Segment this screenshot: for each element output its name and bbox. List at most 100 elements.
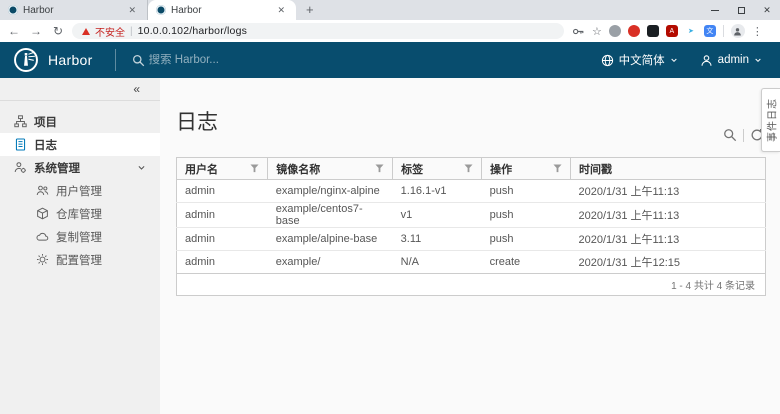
actions-divider xyxy=(743,129,744,142)
filter-funnel-icon[interactable] xyxy=(464,164,473,173)
sidebar-collapse-button[interactable]: « xyxy=(133,82,140,96)
window-controls: ✕ xyxy=(702,0,780,20)
cell-tag: v1 xyxy=(393,203,482,228)
cell-operation: create xyxy=(482,251,571,274)
chevron-down-icon xyxy=(670,56,678,64)
record-count-label: 1 - 4 共计 4 条记录 xyxy=(671,277,755,292)
filter-search-icon[interactable] xyxy=(723,128,737,142)
security-warning-label[interactable]: 不安全 xyxy=(95,24,125,39)
projects-icon xyxy=(14,115,27,128)
cell-image-name: example/alpine-base xyxy=(268,228,393,251)
logs-table: 用户名 镜像名称 标签 操作 时间戳 admin example/nginx-a… xyxy=(176,157,766,274)
search-icon xyxy=(132,54,145,67)
table-row[interactable]: admin example/centos7-base v1 push 2020/… xyxy=(177,203,766,228)
table-header-row: 用户名 镜像名称 标签 操作 时间戳 xyxy=(177,158,766,180)
event-log-side-tab-label: 事件日志 xyxy=(764,98,779,142)
sidebar-item-registry-management[interactable]: 仓库管理 xyxy=(0,202,160,225)
harbor-favicon xyxy=(156,5,166,15)
new-tab-button[interactable]: + xyxy=(296,0,324,20)
extension-icon-paper-plane[interactable]: ➤ xyxy=(685,25,697,37)
column-header-operation[interactable]: 操作 xyxy=(482,158,571,180)
cell-username: admin xyxy=(177,203,268,228)
username-label: admin xyxy=(718,54,749,66)
sidebar-item-label: 日志 xyxy=(34,137,57,153)
sidebar-item-configuration-management[interactable]: 配置管理 xyxy=(0,248,160,271)
window-minimize-button[interactable] xyxy=(702,0,728,20)
browser-tab-strip: Harbor ✕ Harbor ✕ + ✕ xyxy=(0,0,780,20)
extension-icon-gray[interactable] xyxy=(609,25,621,37)
filter-funnel-icon[interactable] xyxy=(553,164,562,173)
extension-icon-black-square[interactable] xyxy=(647,25,659,37)
language-menu[interactable]: 中文简体 xyxy=(601,52,678,68)
column-header-timestamp[interactable]: 时间戳 xyxy=(571,158,766,180)
column-header-tag[interactable]: 标签 xyxy=(393,158,482,180)
cell-timestamp: 2020/1/31 上午11:13 xyxy=(571,180,766,203)
sidebar-item-label: 仓库管理 xyxy=(56,206,102,222)
tab-title: Harbor xyxy=(23,5,120,16)
filter-funnel-icon[interactable] xyxy=(250,164,259,173)
tab-close-icon[interactable]: ✕ xyxy=(274,4,288,17)
sidebar: « 项目 日志 系统管理 用户管理 仓库管理 xyxy=(0,78,160,414)
header-right-menus: 中文简体 admin xyxy=(601,52,762,68)
chevron-down-icon xyxy=(754,56,762,64)
bookmark-star-icon[interactable]: ☆ xyxy=(592,25,602,38)
table-row[interactable]: admin example/nginx-alpine 1.16.1-v1 pus… xyxy=(177,180,766,203)
extension-icon-pdf[interactable]: A xyxy=(666,25,678,37)
event-log-side-tab[interactable]: 事件日志 xyxy=(761,88,780,152)
administration-icon xyxy=(14,161,27,174)
cell-username: admin xyxy=(177,228,268,251)
sidebar-item-logs[interactable]: 日志 xyxy=(0,133,160,156)
address-bar[interactable]: 不安全 | 10.0.0.102/harbor/logs xyxy=(72,23,564,39)
cell-tag: 1.16.1-v1 xyxy=(393,180,482,203)
sidebar-item-projects[interactable]: 项目 xyxy=(0,110,160,133)
main-panel: 日志 用户名 镜像名称 标签 操作 时间戳 xyxy=(160,78,780,414)
chevron-down-icon xyxy=(137,163,146,172)
browser-tab-1[interactable]: Harbor ✕ xyxy=(0,0,148,20)
url-text[interactable]: 10.0.0.102/harbor/logs xyxy=(138,25,247,37)
harbor-header: Harbor 中文简体 admin xyxy=(0,42,780,78)
cell-timestamp: 2020/1/31 上午11:13 xyxy=(571,228,766,251)
sidebar-item-label: 复制管理 xyxy=(56,229,102,245)
browser-toolbar: ← → ↻ 不安全 | 10.0.0.102/harbor/logs ☆ A ➤… xyxy=(0,20,780,42)
cell-operation: push xyxy=(482,228,571,251)
table-row[interactable]: admin example/ N/A create 2020/1/31 上午12… xyxy=(177,251,766,274)
omnibox-divider: | xyxy=(130,26,133,37)
window-close-button[interactable]: ✕ xyxy=(754,0,780,20)
back-icon[interactable]: ← xyxy=(6,24,22,38)
globe-icon xyxy=(601,54,614,67)
logs-icon xyxy=(14,138,27,151)
cell-tag: N/A xyxy=(393,251,482,274)
window-maximize-button[interactable] xyxy=(728,0,754,20)
cell-username: admin xyxy=(177,180,268,203)
extension-icon-translate[interactable]: 文 xyxy=(704,25,716,37)
warning-triangle-icon xyxy=(82,28,90,35)
key-icon[interactable] xyxy=(572,25,585,38)
sidebar-collapse-row: « xyxy=(0,78,160,101)
chrome-menu-icon[interactable]: ⋮ xyxy=(752,25,763,38)
harbor-favicon xyxy=(8,5,18,15)
cell-timestamp: 2020/1/31 上午12:15 xyxy=(571,251,766,274)
global-search[interactable] xyxy=(132,54,601,67)
cell-operation: push xyxy=(482,180,571,203)
extension-icon-red-circle[interactable] xyxy=(628,25,640,37)
brand-title: Harbor xyxy=(48,52,93,68)
filter-funnel-icon[interactable] xyxy=(375,164,384,173)
datagrid-actions xyxy=(723,128,764,142)
browser-tab-2-active[interactable]: Harbor ✕ xyxy=(148,0,296,20)
profile-avatar[interactable] xyxy=(731,24,745,38)
column-header-username[interactable]: 用户名 xyxy=(177,158,268,180)
search-input[interactable] xyxy=(149,54,409,66)
forward-icon[interactable]: → xyxy=(28,24,44,38)
replication-cloud-icon xyxy=(36,230,49,243)
language-label: 中文简体 xyxy=(619,52,665,68)
cell-image-name: example/nginx-alpine xyxy=(268,180,393,203)
harbor-logo-icon[interactable] xyxy=(13,47,39,73)
sidebar-item-replication-management[interactable]: 复制管理 xyxy=(0,225,160,248)
sidebar-item-user-management[interactable]: 用户管理 xyxy=(0,179,160,202)
tab-close-icon[interactable]: ✕ xyxy=(125,4,139,17)
sidebar-item-administration[interactable]: 系统管理 xyxy=(0,156,160,179)
reload-icon[interactable]: ↻ xyxy=(50,24,66,38)
column-header-image-name[interactable]: 镜像名称 xyxy=(268,158,393,180)
table-row[interactable]: admin example/alpine-base 3.11 push 2020… xyxy=(177,228,766,251)
user-menu[interactable]: admin xyxy=(700,54,762,67)
